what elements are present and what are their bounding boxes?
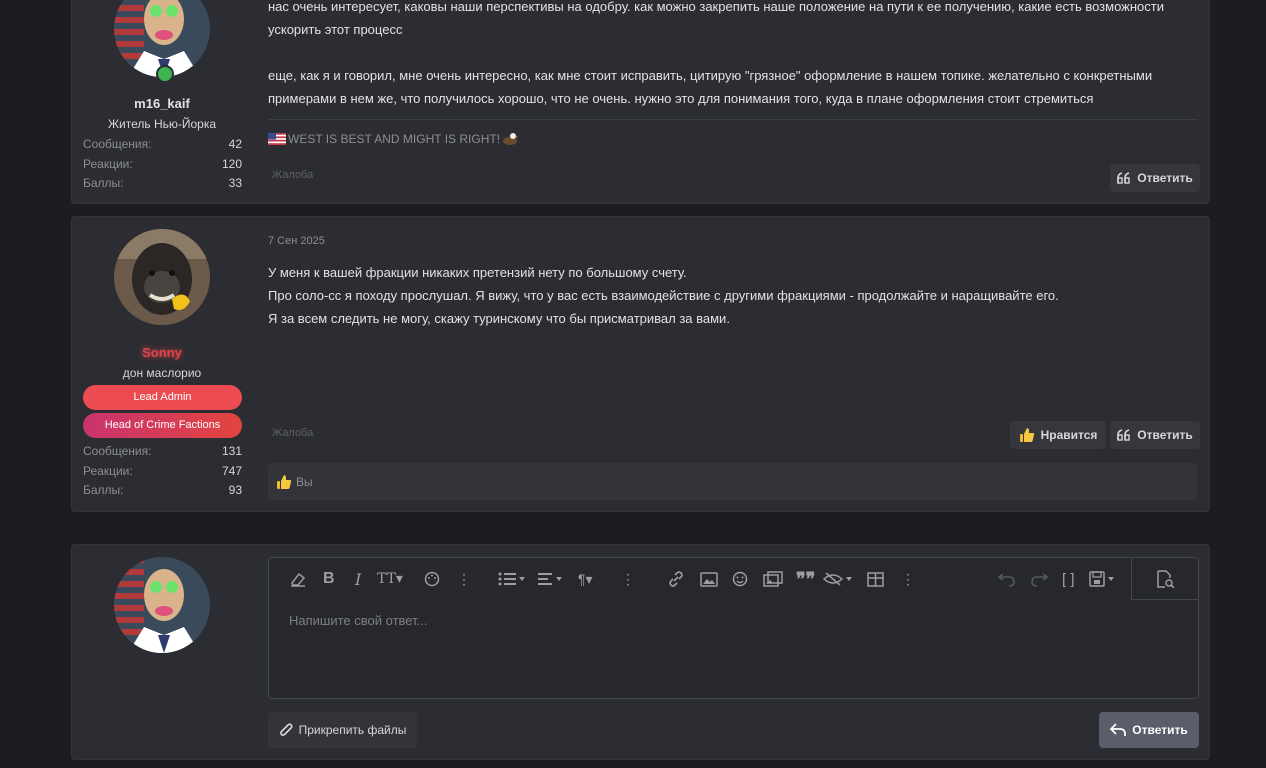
drafts-icon[interactable] [1089,570,1119,588]
eagle-icon [502,132,519,146]
reactions-list[interactable]: Вы [296,475,313,489]
reply-arrow-icon [1110,723,1127,737]
report-link[interactable]: Жалоба [272,169,313,181]
quote-icon[interactable]: ❞❞ [796,569,815,589]
post-body: нас очень интересует, каковы наши перспе… [268,0,1198,110]
banner-lead-admin: Lead Admin [83,385,242,410]
gallery-icon[interactable] [763,570,783,588]
link-icon[interactable] [667,570,685,588]
clear-format-icon[interactable] [289,570,307,588]
user-stats: Сообщения: 42 Реакции: 120 Баллы: 33 [83,135,242,194]
list-icon[interactable] [498,570,526,588]
post-line: примерами в нем же, что получилось хорош… [268,91,1094,106]
report-link[interactable]: Жалоба [272,427,313,439]
more-options-icon[interactable]: ⋮ [621,570,635,588]
palette-icon[interactable] [424,570,440,588]
smile-icon[interactable] [732,570,748,588]
attach-files-button[interactable]: Прикрепить файлы [268,712,417,748]
avatar[interactable] [114,229,210,325]
post-date[interactable]: 7 Сен 2025 [268,235,325,247]
post-line: У меня к вашей фракции никаких претензий… [268,265,687,280]
post-m16-kaif: m16_kaif Житель Нью-Йорка Сообщения: 42 Р… [71,0,1210,204]
italic-icon[interactable]: I [355,570,361,589]
preview-icon[interactable] [1131,558,1198,600]
reply-button[interactable]: Ответить [1110,421,1200,449]
post-body: У меня к вашей фракции никаких претензий… [268,261,1198,330]
user-title: Житель Нью-Йорка [107,117,217,131]
signature-text: WEST IS BEST AND MIGHT IS RIGHT! [288,132,501,146]
stat-points: Баллы: 93 [83,483,242,497]
quote-icon [1117,172,1131,184]
avatar [114,557,210,653]
stat-messages: Сообщения: 131 [83,444,242,458]
banner-head-crime-factions: Head of Crime Factions [83,413,242,438]
user-stats: Сообщения: 131 Реакции: 747 Баллы: 93 [83,442,242,501]
stat-messages: Сообщения: 42 [83,137,242,151]
signature: WEST IS BEST AND MIGHT IS RIGHT! [268,119,1198,146]
us-flag-icon [268,133,286,145]
stat-reactions: Реакции: 120 [83,156,242,171]
quick-reply: B I TT▾ ⋮ ¶▾ ⋮ ❞❞ ⋮ [ ] Напишите свой от… [71,544,1210,760]
reply-editor[interactable]: B I TT▾ ⋮ ¶▾ ⋮ ❞❞ ⋮ [ ] Напишите свой от… [268,557,1199,699]
username[interactable]: m16_kaif [72,96,252,111]
reply-button[interactable]: Ответить [1110,164,1200,192]
paperclip-icon [279,722,293,738]
post-line: нас очень интересует, каковы наши перспе… [268,0,1164,14]
user-title: дон маслорио [122,366,202,380]
bbcode-icon[interactable]: [ ] [1062,570,1075,588]
text-size-icon[interactable]: TT▾ [377,570,403,588]
image-icon[interactable] [700,570,718,588]
table-icon[interactable] [867,570,884,588]
post-line: Я за всем следить не могу, скажу туринск… [268,311,730,326]
more-options-icon[interactable]: ⋮ [901,570,915,588]
align-icon[interactable] [538,570,566,588]
more-options-icon[interactable]: ⋮ [457,570,471,588]
reactions-bar[interactable]: Вы [268,463,1198,500]
stat-reactions: Реакции: 747 [83,463,242,478]
like-button[interactable]: Нравится [1010,421,1106,449]
thumbs-up-icon [276,474,292,490]
redo-icon[interactable] [1030,570,1048,588]
spoiler-icon[interactable] [823,570,853,588]
quote-icon [1117,429,1131,441]
thumbs-up-icon [1019,427,1035,443]
editor-toolbar: B I TT▾ ⋮ ¶▾ ⋮ ❞❞ ⋮ [ ] [269,558,1198,598]
submit-reply-button[interactable]: Ответить [1099,712,1199,748]
paragraph-icon[interactable]: ¶▾ [578,570,593,588]
post-line: еще, как я и говорил, мне очень интересн… [268,68,1153,83]
post-sonny: Sonny дон маслорио Lead Admin Head of Cr… [71,216,1210,512]
post-line: ускорить этот процесс [268,22,403,37]
undo-icon[interactable] [998,570,1016,588]
online-status-icon [156,65,174,83]
bold-icon[interactable]: B [323,570,335,588]
stat-points: Баллы: 33 [83,176,242,190]
post-line: Про соло-сс я походу прослушал. Я вижу, … [268,288,1059,303]
reply-input-placeholder[interactable]: Напишите свой ответ... [289,613,427,628]
username[interactable]: Sonny [72,345,252,360]
